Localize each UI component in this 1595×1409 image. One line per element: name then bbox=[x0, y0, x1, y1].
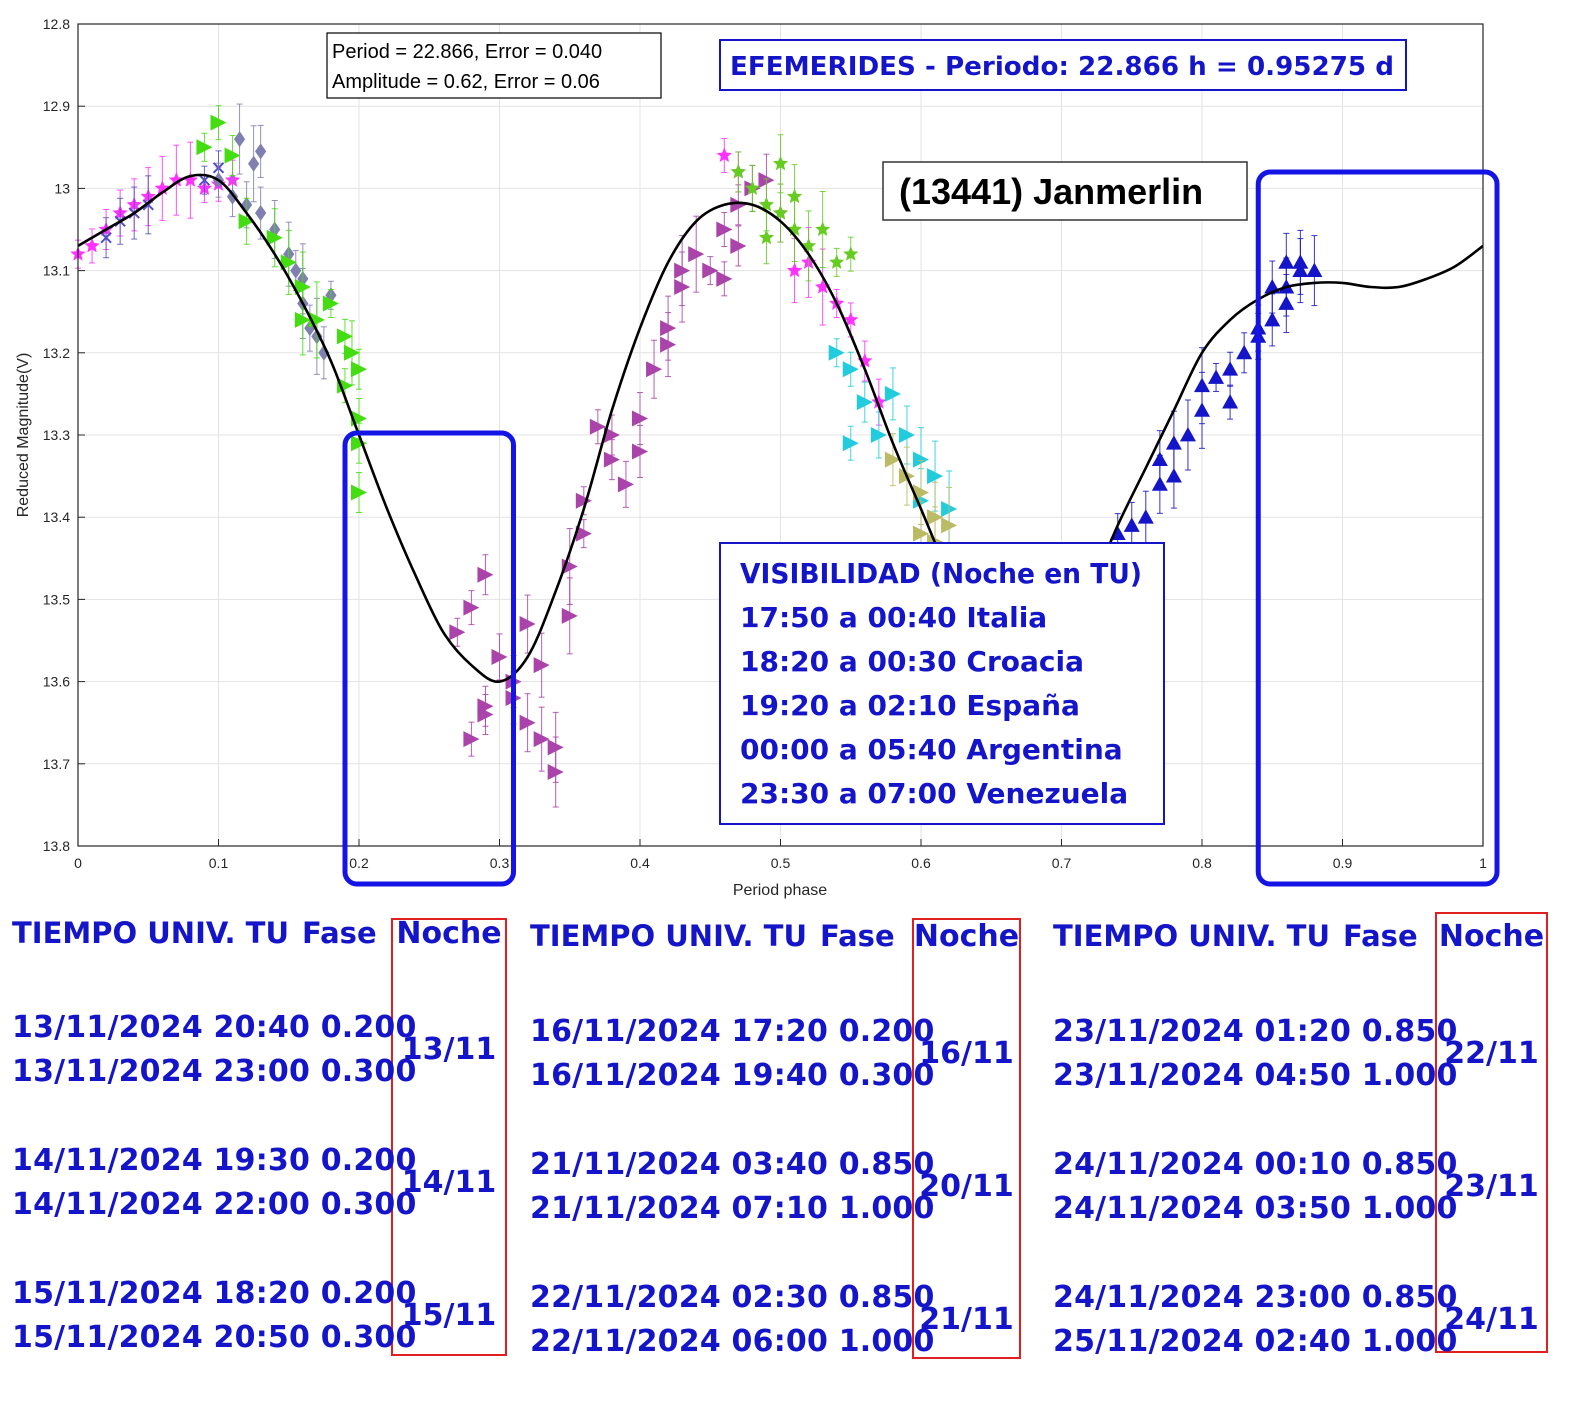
night-label: 14/11 bbox=[401, 1165, 497, 1200]
night-label: 21/11 bbox=[919, 1302, 1014, 1337]
x-axis-label: Period phase bbox=[733, 882, 827, 899]
visibility-line: 18:20 a 00:30 Croacia bbox=[740, 645, 1084, 678]
night-label: 24/11 bbox=[1444, 1302, 1539, 1337]
ephemeris-row: 14/11/2024 22:00 0.300 bbox=[12, 1187, 417, 1222]
object-name-box: (13441) Janmerlin bbox=[882, 161, 1248, 221]
visibility-box: VISIBILIDAD (Noche en TU) 17:50 a 00:40 … bbox=[719, 542, 1165, 825]
x-tick-label: 0.5 bbox=[771, 855, 791, 871]
x-tick-label: 0.9 bbox=[1333, 855, 1353, 871]
x-tick-label: 0.4 bbox=[630, 855, 650, 871]
visibility-line: 17:50 a 00:40 Italia bbox=[740, 601, 1047, 634]
ephemeris-row: 15/11/2024 20:50 0.300 bbox=[12, 1320, 417, 1355]
y-tick-label: 13.3 bbox=[43, 427, 70, 443]
col-header-phase: Fase bbox=[302, 916, 377, 950]
night-label: 15/11 bbox=[401, 1298, 497, 1333]
fit-result-box: Period = 22.866, Error = 0.040 Amplitude… bbox=[326, 32, 662, 99]
ephemeris-row: 24/11/2024 03:50 1.000 bbox=[1053, 1191, 1458, 1226]
x-tick-label: 0.8 bbox=[1192, 855, 1212, 871]
col-header-time: TIEMPO UNIV. TU bbox=[12, 916, 290, 950]
y-tick-label: 13.1 bbox=[43, 263, 70, 279]
x-tick-label: 1 bbox=[1479, 855, 1487, 871]
ephemeris-row: 22/11/2024 06:00 1.000 bbox=[530, 1324, 935, 1359]
night-label: 20/11 bbox=[919, 1169, 1014, 1204]
fit-amplitude-text: Amplitude = 0.62, Error = 0.06 bbox=[332, 71, 600, 93]
ephemeris-row: 25/11/2024 02:40 1.000 bbox=[1053, 1324, 1458, 1359]
visibility-line: 23:30 a 07:00 Venezuela bbox=[740, 777, 1128, 810]
col-header-time: TIEMPO UNIV. TU bbox=[1053, 919, 1331, 953]
y-tick-label: 13.6 bbox=[43, 674, 70, 690]
col-header-phase: Fase bbox=[820, 919, 895, 953]
object-name: (13441) Janmerlin bbox=[899, 171, 1203, 212]
ephemeris-row: 23/11/2024 01:20 0.850 bbox=[1053, 1014, 1458, 1049]
ephemeris-row: 16/11/2024 17:20 0.200 bbox=[530, 1014, 935, 1049]
col-header-night: Noche bbox=[913, 919, 1020, 954]
visibility-line: 19:20 a 02:10 España bbox=[740, 689, 1080, 722]
x-tick-label: 0.7 bbox=[1052, 855, 1072, 871]
ephemeris-row: 24/11/2024 23:00 0.850 bbox=[1053, 1280, 1458, 1315]
ephemeris-row: 13/11/2024 23:00 0.300 bbox=[12, 1054, 417, 1089]
x-tick-label: 0.1 bbox=[209, 855, 229, 871]
lightcurve-chart: 0 0.1 0.2 0.3 0.4 0.5 0.6 0.7 0.8 0.9 1 12.8 12.9 13 1… bbox=[0, 0, 1595, 910]
y-tick-label: 13 bbox=[54, 180, 70, 196]
ephemeris-row: 14/11/2024 19:30 0.200 bbox=[12, 1143, 417, 1178]
night-label: 23/11 bbox=[1444, 1169, 1539, 1204]
night-label: 22/11 bbox=[1444, 1036, 1539, 1071]
y-tick-label: 12.8 bbox=[43, 16, 70, 32]
ephemeris-row: 23/11/2024 04:50 1.000 bbox=[1053, 1058, 1458, 1093]
visibility-line: 00:00 a 05:40 Argentina bbox=[740, 733, 1123, 766]
y-tick-label: 12.9 bbox=[43, 98, 70, 114]
ephemeris-row: 21/11/2024 07:10 1.000 bbox=[530, 1191, 935, 1226]
y-tick-label: 13.4 bbox=[43, 509, 70, 525]
x-tick-label: 0.2 bbox=[349, 855, 369, 871]
ephemeris-row: 13/11/2024 20:40 0.200 bbox=[12, 1010, 417, 1045]
y-tick-label: 13.5 bbox=[43, 591, 70, 607]
y-tick-label: 13.8 bbox=[43, 838, 70, 854]
visibility-title: VISIBILIDAD (Noche en TU) bbox=[740, 557, 1142, 590]
night-label: 13/11 bbox=[401, 1032, 497, 1067]
x-tick-label: 0.3 bbox=[490, 855, 510, 871]
ephemeris-row: 16/11/2024 19:40 0.300 bbox=[530, 1058, 935, 1093]
x-tick-label: 0 bbox=[74, 855, 82, 871]
fit-period-text: Period = 22.866, Error = 0.040 bbox=[332, 41, 602, 63]
ephemeris-row: 15/11/2024 18:20 0.200 bbox=[12, 1276, 417, 1311]
ephemeris-row: 21/11/2024 03:40 0.850 bbox=[530, 1147, 935, 1182]
ephemeris-row: 22/11/2024 02:30 0.850 bbox=[530, 1280, 935, 1315]
night-label: 16/11 bbox=[919, 1036, 1014, 1071]
ephemerides-title: EFEMERIDES - Periodo: 22.866 h = 0.95275… bbox=[730, 52, 1394, 82]
ephemeris-row: 24/11/2024 00:10 0.850 bbox=[1053, 1147, 1458, 1182]
col-header-phase: Fase bbox=[1343, 919, 1418, 953]
col-header-time: TIEMPO UNIV. TU bbox=[530, 919, 808, 953]
ephemerides-title-box: EFEMERIDES - Periodo: 22.866 h = 0.95275… bbox=[719, 39, 1407, 91]
col-header-night: Noche bbox=[396, 916, 502, 951]
x-tick-label: 0.6 bbox=[911, 855, 931, 871]
col-header-night: Noche bbox=[1438, 919, 1545, 954]
y-tick-label: 13.2 bbox=[43, 345, 70, 361]
y-axis-label: Reduced Magnitude(V) bbox=[15, 353, 32, 518]
y-tick-label: 13.7 bbox=[43, 756, 70, 772]
